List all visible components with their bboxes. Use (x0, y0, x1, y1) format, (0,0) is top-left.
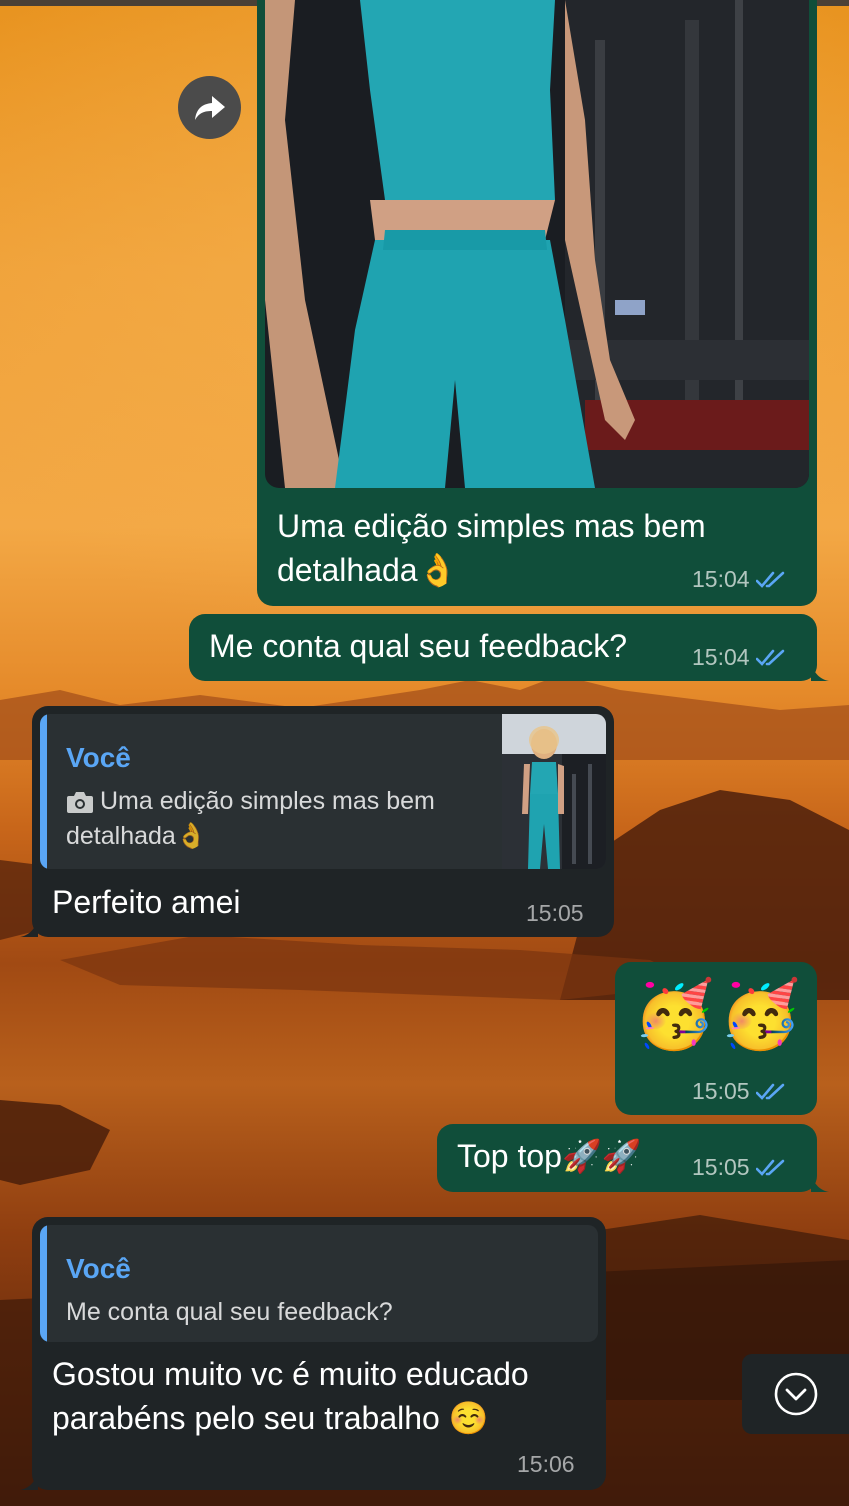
message-outgoing-image[interactable]: Uma edição simples mas bem detalhada👌 15… (257, 0, 817, 606)
quote-thumbnail (502, 714, 606, 869)
message-meta: 15:04 (692, 644, 788, 671)
quoted-message[interactable]: Você Me conta qual seu feedback? (40, 1225, 598, 1342)
double-check-icon (755, 1159, 784, 1176)
quote-author: Você (66, 742, 131, 773)
image-caption-line-1: Uma edição simples mas bem (277, 508, 706, 544)
chevron-down-icon (774, 1372, 817, 1416)
image-caption-line-2: detalhada👌 (277, 552, 458, 588)
message-text-line-1: Gostou muito vc é muito educado (52, 1356, 529, 1392)
message-incoming-reply[interactable]: Você Me conta qual seu feedback? Gostou … (20, 1217, 606, 1490)
message-time: 15:05 (692, 1078, 750, 1104)
message-time: 15:05 (692, 1154, 750, 1180)
message-outgoing-text[interactable]: Me conta qual seu feedback? 15:04 (189, 614, 829, 681)
message-meta: 15:06 (517, 1451, 575, 1478)
forward-button[interactable] (178, 76, 241, 139)
forward-icon (194, 95, 225, 120)
quoted-message[interactable]: Você Uma edição simples mas bem detalhad… (40, 714, 606, 869)
message-text: Top top🚀🚀 (457, 1138, 642, 1174)
photo-image (265, 0, 809, 488)
message-outgoing-emoji[interactable]: 🥳🥳 15:05 (615, 962, 817, 1115)
emoji-text: 🥳🥳 (633, 977, 806, 1051)
message-text: Perfeito amei (52, 884, 241, 920)
message-time: 15:04 (692, 644, 750, 670)
double-check-icon (755, 649, 784, 666)
message-meta: 15:05 (692, 1154, 788, 1181)
message-outgoing-text[interactable]: Top top🚀🚀 15:05 (437, 1124, 829, 1192)
message-text-line-2: parabéns pelo seu trabalho ☺️ (52, 1400, 489, 1436)
quote-accent-bar (40, 1225, 47, 1342)
camera-icon (67, 792, 93, 813)
scroll-to-bottom-button[interactable] (742, 1354, 849, 1434)
message-time: 15:06 (517, 1451, 575, 1477)
message-meta: 15:05 (526, 900, 584, 927)
bubble-tail (20, 921, 38, 937)
quote-text-line-1: Me conta qual seu feedback? (66, 1298, 393, 1326)
message-meta: 15:04 (692, 566, 788, 593)
bubble-tail (811, 665, 829, 681)
message-photo[interactable] (265, 0, 809, 488)
quote-text-line-2: detalhada👌 (66, 822, 207, 850)
message-text: Me conta qual seu feedback? (209, 628, 628, 664)
quote-text-line-1: Uma edição simples mas bem (100, 787, 435, 815)
quote-accent-bar (40, 714, 47, 869)
double-check-icon (755, 571, 784, 588)
message-incoming-reply[interactable]: Você Uma edição simples mas bem detalhad… (20, 706, 614, 937)
message-time: 15:04 (692, 566, 750, 592)
bubble-tail (811, 1176, 829, 1192)
message-meta: 15:05 (692, 1078, 788, 1105)
double-check-icon (755, 1083, 784, 1100)
quote-author: Você (66, 1253, 131, 1284)
message-time: 15:05 (526, 900, 584, 926)
bubble-tail (20, 1474, 38, 1490)
